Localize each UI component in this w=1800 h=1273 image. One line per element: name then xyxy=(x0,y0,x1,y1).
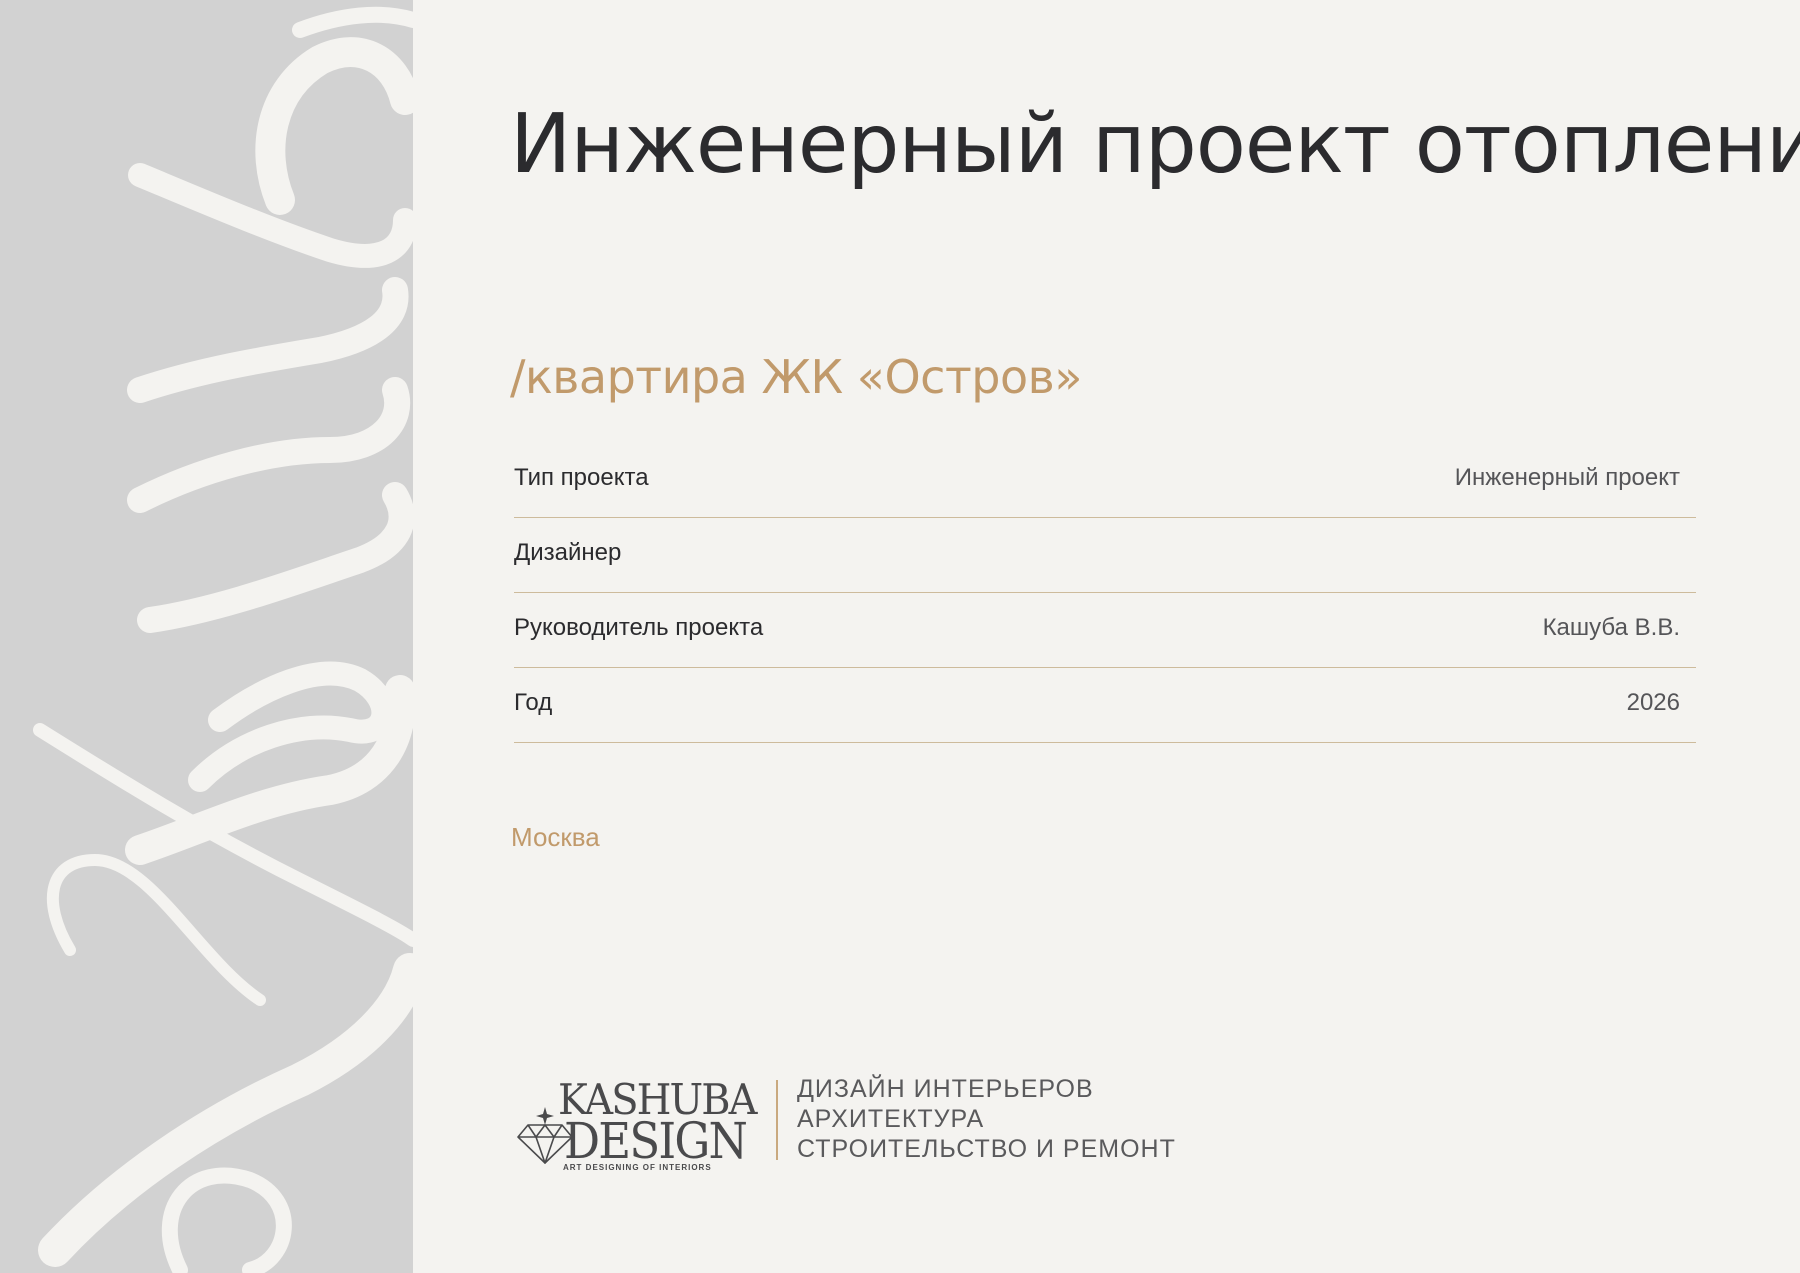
side-band xyxy=(0,0,413,1273)
info-row-year: Год 2026 xyxy=(514,669,1696,743)
city-label: Москва xyxy=(511,822,600,852)
logo-divider xyxy=(776,1080,778,1160)
info-value: Кашуба В.В. xyxy=(1542,614,1680,641)
service-item: СТРОИТЕЛЬСТВО И РЕМОНТ xyxy=(797,1135,1176,1163)
services-list: ДИЗАЙН ИНТЕРЬЕРОВ АРХИТЕКТУРА СТРОИТЕЛЬС… xyxy=(797,1074,1176,1164)
info-label: Руководитель проекта xyxy=(514,614,764,641)
info-value: Инженерный проект xyxy=(1454,464,1680,491)
company-logo: KASHUBA DESIGN ART DESIGNING OF INTERIOR… xyxy=(514,1075,759,1175)
info-label: Дизайнер xyxy=(514,539,622,566)
service-item: ДИЗАЙН ИНТЕРЬЕРОВ xyxy=(797,1075,1094,1103)
service-item: АРХИТЕКТУРА xyxy=(797,1105,985,1133)
info-row-project-manager: Руководитель проекта Кашуба В.В. xyxy=(514,594,1696,668)
info-value: 2026 xyxy=(1626,689,1680,716)
project-info-table: Тип проекта Инженерный проект Дизайнер Р… xyxy=(514,444,1696,743)
info-label: Год xyxy=(514,689,553,716)
info-row-designer: Дизайнер xyxy=(514,519,1696,593)
logo-tagline: ART DESIGNING OF INTERIORS xyxy=(563,1163,712,1172)
kashuba-watermark xyxy=(33,6,413,1273)
info-label: Тип проекта xyxy=(514,464,649,491)
document-title: Инженерный проект отопления xyxy=(510,97,1800,192)
document-subtitle: /квартира ЖК «Остров» xyxy=(510,350,1082,404)
info-row-project-type: Тип проекта Инженерный проект xyxy=(514,444,1696,518)
logo-word-design: DESIGN xyxy=(564,1112,748,1170)
